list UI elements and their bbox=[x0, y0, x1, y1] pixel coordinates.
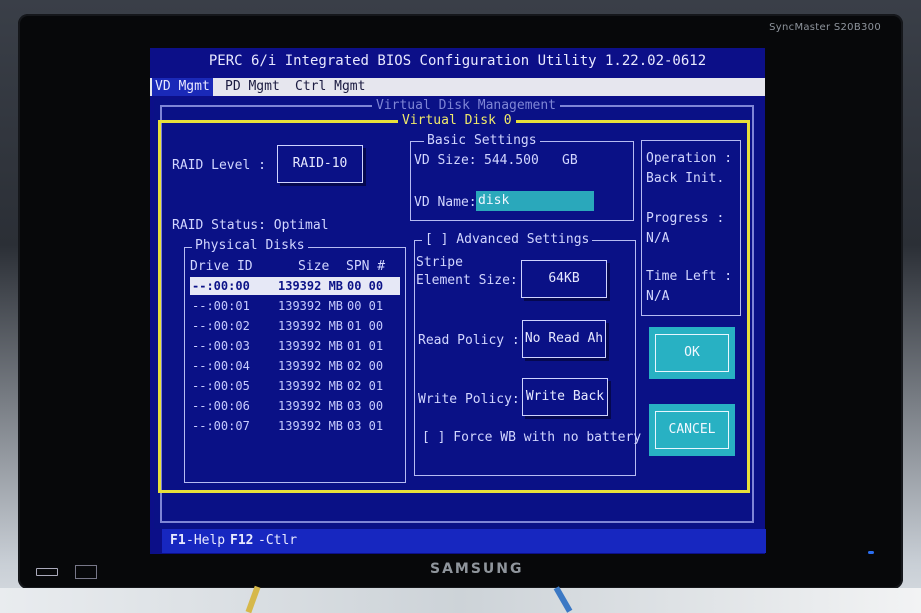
drive-size: 139392 MB bbox=[278, 299, 344, 313]
drive-id: --:00:03 bbox=[192, 339, 250, 353]
table-row[interactable]: --:00:02 139392 MB 01 00 bbox=[190, 317, 400, 335]
ok-button-label: OK bbox=[655, 334, 729, 372]
physical-disks-title: Physical Disks bbox=[192, 238, 308, 254]
cancel-button-label: CANCEL bbox=[655, 411, 729, 449]
raid-level-label: RAID Level : bbox=[172, 158, 266, 173]
drive-size: 139392 MB bbox=[278, 279, 344, 293]
monitor-model-label: SyncMaster S20B300 bbox=[769, 22, 881, 33]
drive-size: 139392 MB bbox=[278, 359, 344, 373]
energy-badge-icon bbox=[75, 565, 97, 579]
drive-id: --:00:07 bbox=[192, 419, 250, 433]
table-row[interactable]: --:00:01 139392 MB 00 01 bbox=[190, 297, 400, 315]
table-row[interactable]: --:00:06 139392 MB 03 00 bbox=[190, 397, 400, 415]
write-policy-button[interactable]: Write Back bbox=[522, 378, 608, 416]
panel-title: Virtual Disk Management bbox=[372, 98, 561, 114]
progress-label: Progress : bbox=[646, 211, 725, 226]
drive-spn: 02 01 bbox=[347, 379, 384, 393]
f12-ctlr-text: -Ctlr bbox=[258, 533, 298, 548]
progress-value: N/A bbox=[646, 231, 670, 246]
power-led-icon bbox=[868, 551, 874, 554]
basic-settings-title: Basic Settings bbox=[424, 133, 540, 149]
f1-key: F1 bbox=[170, 533, 186, 548]
vd-size-unit: GB bbox=[562, 153, 578, 168]
virtual-disk-title: Virtual Disk 0 bbox=[398, 113, 516, 129]
drive-spn: 02 00 bbox=[347, 359, 384, 373]
table-row[interactable]: --:00:00 139392 MB 00 00 bbox=[190, 277, 400, 295]
f12-key: F12 bbox=[230, 533, 254, 548]
force-wb-checkbox[interactable]: [ ] Force WB with no battery bbox=[422, 430, 641, 445]
drive-id: --:00:06 bbox=[192, 399, 250, 413]
read-policy-button[interactable]: No Read Ah bbox=[522, 320, 606, 358]
col-drive-id: Drive ID bbox=[190, 259, 253, 274]
advanced-settings-checkbox[interactable]: [ ] Advanced Settings bbox=[422, 232, 593, 248]
raid-status: RAID Status: Optimal bbox=[172, 218, 329, 233]
write-policy-label: Write Policy: bbox=[418, 392, 520, 407]
operation-label: Operation : bbox=[646, 151, 733, 166]
cancel-button[interactable]: CANCEL bbox=[649, 404, 735, 456]
drive-spn: 00 00 bbox=[347, 279, 384, 293]
col-spn: SPN # bbox=[346, 259, 386, 274]
drive-size: 139392 MB bbox=[278, 419, 344, 433]
vd-name-label: VD Name: bbox=[414, 195, 477, 210]
read-policy-label: Read Policy : bbox=[418, 333, 520, 348]
drive-spn: 03 00 bbox=[347, 399, 384, 413]
menu-vd-mgmt[interactable]: VD Mgmt bbox=[152, 78, 213, 96]
drive-spn: 00 01 bbox=[347, 299, 384, 313]
drive-id: --:00:05 bbox=[192, 379, 250, 393]
menu-bar: VD Mgmt PD Mgmt Ctrl Mgmt bbox=[150, 78, 765, 96]
stripe-size-button[interactable]: 64KB bbox=[521, 260, 607, 298]
table-row[interactable]: --:00:03 139392 MB 01 01 bbox=[190, 337, 400, 355]
vd-name-input[interactable]: disk bbox=[476, 191, 594, 211]
menu-ctrl-mgmt[interactable]: Ctrl Mgmt bbox=[292, 78, 368, 96]
table-row[interactable]: --:00:04 139392 MB 02 00 bbox=[190, 357, 400, 375]
ok-button[interactable]: OK bbox=[649, 327, 735, 379]
stripe-element-label: Element Size: bbox=[416, 273, 518, 288]
table-row[interactable]: --:00:07 139392 MB 03 01 bbox=[190, 417, 400, 435]
vd-size-value: 544.500 bbox=[484, 153, 539, 168]
stripe-label: Stripe bbox=[416, 255, 463, 270]
col-size: Size bbox=[298, 259, 330, 274]
time-left-value: N/A bbox=[646, 289, 670, 304]
monitor-brand-logo: SAMSUNG bbox=[430, 561, 524, 577]
drive-size: 139392 MB bbox=[278, 379, 344, 393]
drive-size: 139392 MB bbox=[278, 319, 344, 333]
raid-level-button[interactable]: RAID-10 bbox=[277, 145, 363, 183]
drive-id: --:00:00 bbox=[192, 279, 250, 293]
drive-id: --:00:01 bbox=[192, 299, 250, 313]
desk-surface bbox=[0, 588, 921, 613]
drive-spn: 03 01 bbox=[347, 419, 384, 433]
operation-value: Back Init. bbox=[646, 171, 725, 186]
menu-pd-mgmt[interactable]: PD Mgmt bbox=[222, 78, 283, 96]
drive-id: --:00:04 bbox=[192, 359, 250, 373]
bios-title: PERC 6/i Integrated BIOS Configuration U… bbox=[208, 53, 707, 69]
drive-spn: 01 00 bbox=[347, 319, 384, 333]
time-left-label: Time Left : bbox=[646, 269, 733, 284]
drive-spn: 01 01 bbox=[347, 339, 384, 353]
status-bar: F1 -Help F12 -Ctlr bbox=[162, 529, 766, 553]
drive-size: 139392 MB bbox=[278, 339, 344, 353]
drive-size: 139392 MB bbox=[278, 399, 344, 413]
led-badge-icon bbox=[36, 568, 58, 576]
vd-size-label: VD Size: bbox=[414, 153, 477, 168]
drive-id: --:00:02 bbox=[192, 319, 250, 333]
f1-help-text: -Help bbox=[186, 533, 226, 548]
table-row[interactable]: --:00:05 139392 MB 02 01 bbox=[190, 377, 400, 395]
